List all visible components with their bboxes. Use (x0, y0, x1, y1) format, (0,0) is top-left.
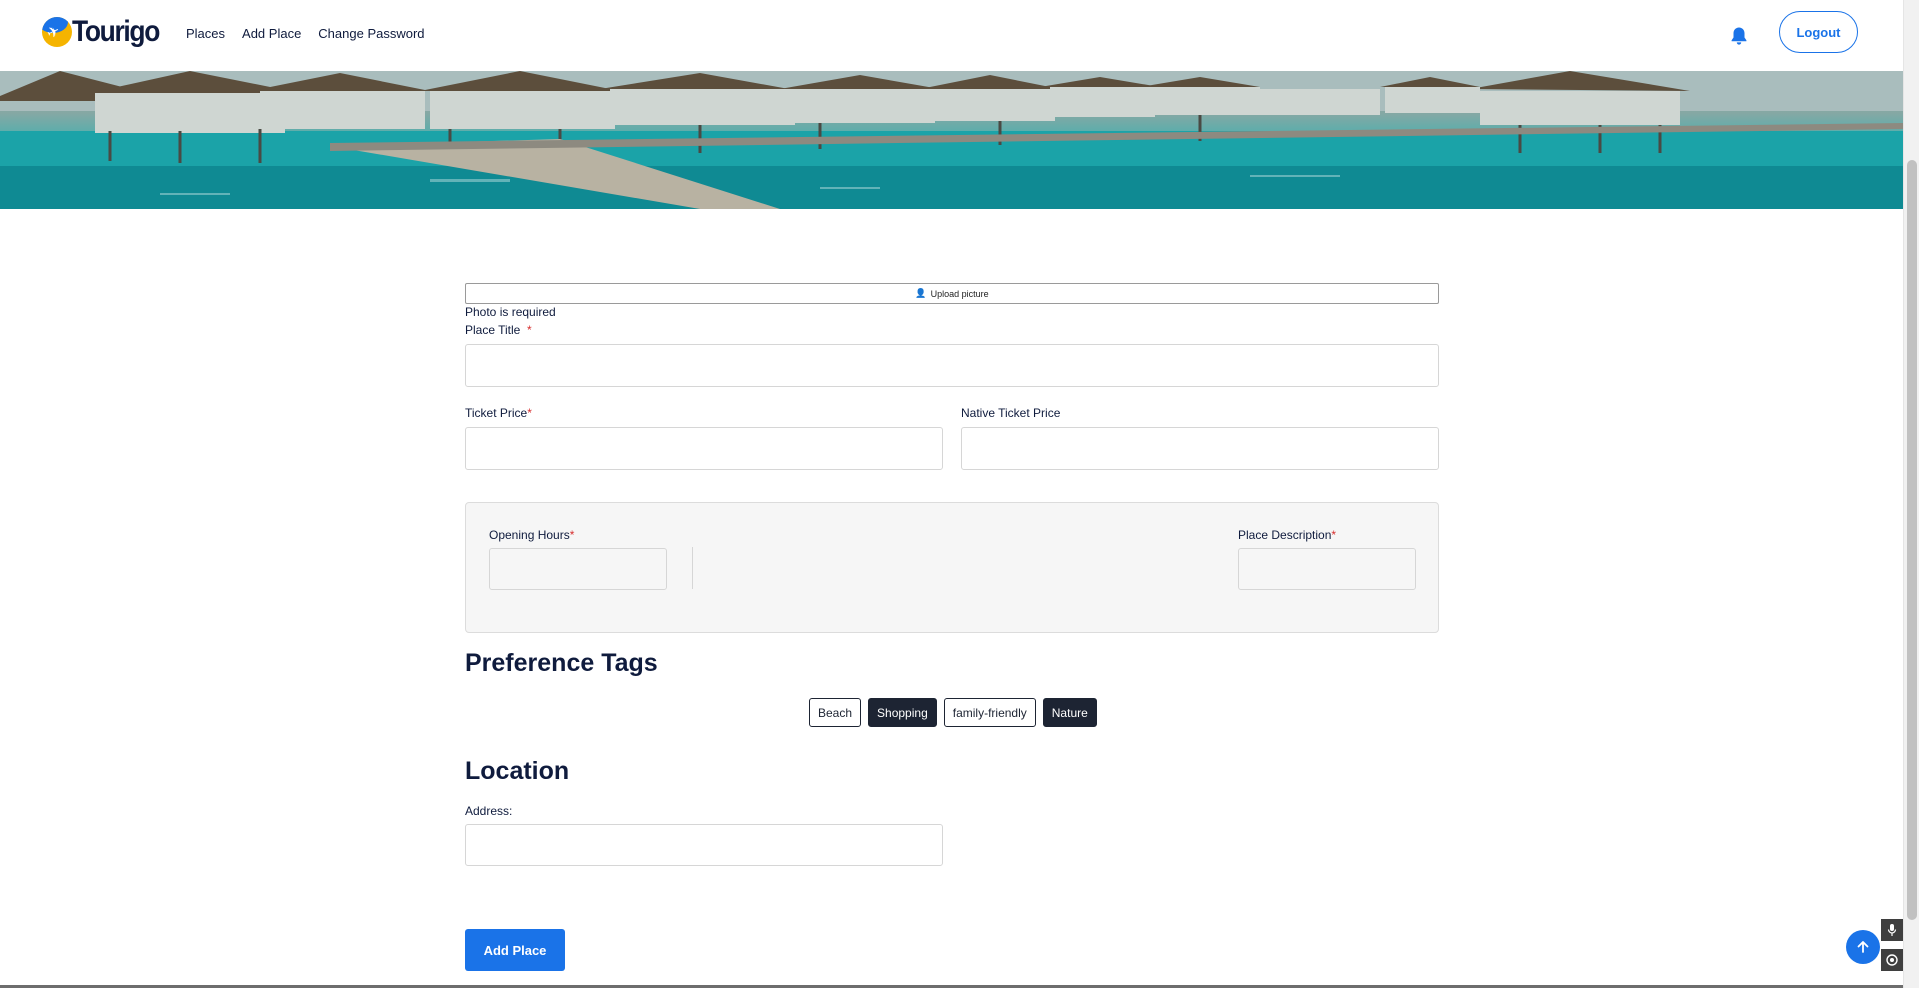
nav-add-place[interactable]: Add Place (242, 26, 301, 41)
upload-picture-button[interactable]: 👤 Upload picture (465, 283, 1439, 304)
required-mark: * (527, 323, 532, 337)
hero-banner-image (0, 71, 1903, 209)
native-ticket-price-input[interactable] (961, 427, 1439, 470)
scrollbar-thumb[interactable] (1907, 160, 1917, 920)
add-place-button[interactable]: Add Place (465, 929, 565, 971)
top-navbar: ✈ Tourigo Places Add Place Change Passwo… (0, 0, 1903, 71)
ticket-price-label-text: Ticket Price (465, 406, 528, 420)
photo-error-text: Photo is required (465, 305, 556, 319)
preference-tags-list: Beach Shopping family-friendly Nature (809, 698, 1097, 727)
bell-icon[interactable] (1730, 26, 1748, 46)
tag-shopping[interactable]: Shopping (868, 698, 937, 727)
microphone-icon[interactable] (1881, 919, 1903, 941)
logout-button[interactable]: Logout (1779, 11, 1858, 53)
main-nav: Places Add Place Change Password (186, 0, 425, 67)
arrow-up-icon (1857, 941, 1869, 953)
address-label: Address: (465, 804, 513, 818)
page: ✈ Tourigo Places Add Place Change Passwo… (0, 0, 1919, 988)
place-title-input[interactable] (465, 344, 1439, 387)
scroll-to-top-button[interactable] (1846, 930, 1880, 964)
native-ticket-price-label: Native Ticket Price (961, 406, 1061, 420)
upload-user-icon: 👤 (915, 288, 927, 298)
required-mark: * (1331, 528, 1337, 542)
place-title-label-text: Place Title (465, 323, 521, 337)
tag-beach[interactable]: Beach (809, 698, 862, 727)
target-icon[interactable] (1881, 949, 1903, 971)
place-description-label-text: Place Description (1238, 528, 1332, 542)
brand-name: Tourigo (72, 15, 160, 48)
address-input[interactable] (465, 824, 943, 866)
upload-picture-label: Upload picture (930, 288, 989, 299)
preference-tags-title: Preference Tags (465, 649, 658, 677)
required-mark: * (527, 406, 532, 420)
nav-places[interactable]: Places (186, 26, 225, 41)
brand-logo[interactable]: ✈ Tourigo (42, 15, 171, 49)
place-description-label: Place Description* (1238, 528, 1336, 542)
opening-hours-label-text: Opening Hours (489, 528, 570, 542)
logo-plane-icon: ✈ (42, 17, 72, 47)
vertical-scrollbar[interactable] (1903, 0, 1919, 988)
opening-hours-input[interactable] (489, 548, 667, 590)
ticket-price-input[interactable] (465, 427, 943, 470)
tag-nature[interactable]: Nature (1042, 698, 1097, 727)
place-title-label: Place Title * (465, 323, 532, 337)
divider (692, 547, 693, 589)
location-title: Location (465, 757, 570, 785)
tag-family-friendly[interactable]: family-friendly (943, 698, 1036, 727)
nav-change-password[interactable]: Change Password (318, 26, 424, 41)
place-description-input[interactable] (1238, 548, 1416, 590)
opening-hours-panel: Opening Hours* Place Description* (465, 502, 1439, 633)
required-mark: * (569, 528, 575, 542)
opening-hours-label: Opening Hours* (489, 528, 574, 542)
ticket-price-label: Ticket Price* (465, 406, 532, 420)
